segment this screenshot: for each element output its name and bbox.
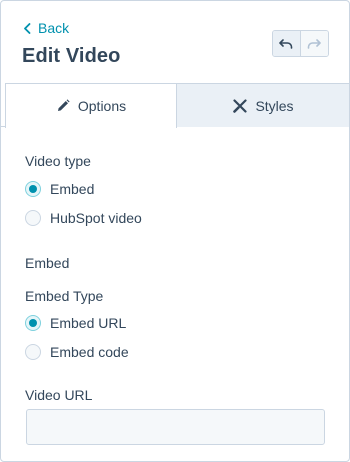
back-label: Back [38, 20, 70, 36]
radio-button-checked[interactable] [25, 181, 41, 197]
radio-embed-code[interactable]: Embed code [25, 342, 129, 362]
brush-icon [233, 98, 248, 113]
tab-options-label: Options [77, 98, 127, 114]
radio-hubspot-video-label: HubSpot video [50, 210, 142, 226]
tab-styles-label: Styles [255, 97, 294, 114]
video-type-label: Video type [25, 153, 91, 169]
radio-embed-url[interactable]: Embed URL [25, 313, 126, 333]
radio-embed-url-label: Embed URL [50, 315, 127, 331]
tab-options[interactable]: Options [5, 83, 177, 128]
radio-button[interactable] [25, 210, 41, 226]
radio-embed[interactable]: Embed [25, 179, 94, 199]
tab-styles[interactable]: Styles [177, 83, 349, 127]
radio-embed-code-label: Embed code [50, 344, 129, 360]
undo-icon [279, 38, 293, 49]
embed-heading: Embed [25, 255, 70, 271]
radio-button[interactable] [25, 344, 41, 360]
radio-hubspot-video[interactable]: HubSpot video [25, 208, 142, 228]
tab-bar: Options Styles [1, 83, 349, 128]
embed-type-label: Embed Type [25, 288, 104, 304]
edit-video-panel: Back Edit Video Options Styles Video typ… [0, 0, 350, 462]
page-title: Edit Video [22, 45, 121, 67]
pencil-icon [57, 99, 70, 111]
video-url-label: Video URL [25, 387, 93, 403]
undo-redo-group [272, 30, 329, 57]
video-url-input[interactable] [26, 409, 325, 445]
redo-icon [307, 38, 322, 49]
redo-button[interactable] [300, 31, 328, 56]
chevron-left-icon [24, 22, 31, 34]
undo-button[interactable] [273, 31, 301, 56]
radio-embed-label: Embed [50, 181, 95, 197]
back-link[interactable]: Back [23, 19, 69, 37]
radio-button-checked[interactable] [25, 315, 41, 331]
